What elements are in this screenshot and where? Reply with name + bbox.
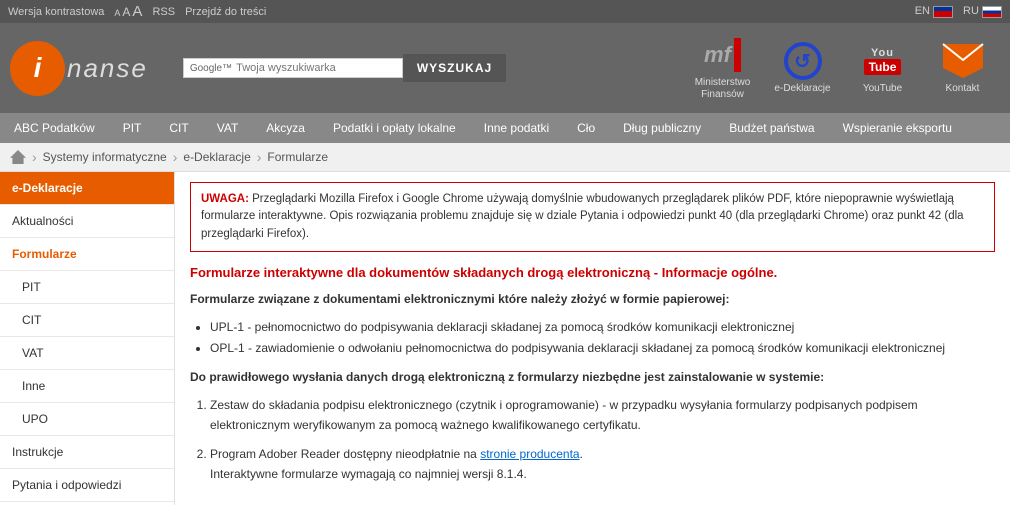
logo-text: nanse [67,53,148,84]
warning-box: UWAGA: Przeglądarki Mozilla Firefox i Go… [190,182,995,252]
kontakt-label: Kontakt [946,83,980,95]
youtube-icon-item[interactable]: You Tube YouTube [845,41,920,95]
numbered-item-2-link[interactable]: stronie producenta [480,447,579,461]
para1-text: Formularze związane z dokumentami elektr… [190,292,729,306]
nav-vat[interactable]: VAT [203,113,253,143]
breadcrumb-current: Formularze [267,150,328,164]
lang-ru[interactable]: RU [963,5,1002,17]
font-small[interactable]: A [114,8,120,18]
breadcrumb-sep-3: › [257,149,262,165]
sidebar-item-edekl[interactable]: e-Deklaracje [0,172,174,205]
ministerstwo-label: MinisterstwoFinansów [695,77,751,101]
sidebar-item-vat[interactable]: VAT [0,337,174,370]
sidebar-item-instrukcje[interactable]: Instrukcje [0,436,174,469]
main-content: UWAGA: Przeglądarki Mozilla Firefox i Go… [175,172,1010,505]
para1: Formularze związane z dokumentami elektr… [190,290,995,309]
nav-podatki-lokalne[interactable]: Podatki i opłaty lokalne [319,113,470,143]
warning-uwaga: UWAGA: [201,193,249,205]
para2-text: Do prawidłowego wysłania danych drogą el… [190,370,824,384]
sidebar-item-upo[interactable]: UPO [0,403,174,436]
edekl-label: e-Deklaracje [774,83,830,95]
para2: Do prawidłowego wysłania danych drogą el… [190,368,995,387]
logo-circle: i [10,41,65,96]
skip-link[interactable]: Przejdź do treści [185,6,266,18]
search-button[interactable]: WYSZUKAJ [403,54,506,82]
ministerstwo-icon-item[interactable]: mf MinisterstwoFinansów [685,35,760,101]
numbered-item-1: Zestaw do składania podpisu elektroniczn… [210,395,995,436]
edekl-icon-item[interactable]: ↺ e-Deklaracje [765,41,840,95]
logo[interactable]: i nanse [10,41,148,96]
bullet-item-1: UPL-1 - pełnomocnictwo do podpisywania d… [210,317,995,337]
nav-abc[interactable]: ABC Podatków [0,113,109,143]
breadcrumb-sep-1: › [32,149,37,165]
contrast-label[interactable]: Wersja kontrastowa [8,6,104,18]
edekl-icon: ↺ [779,41,827,81]
breadcrumb: › Systemy informatyczne › e-Deklaracje ›… [0,143,1010,172]
section-title: Formularze interaktywne dla dokumentów s… [190,264,995,282]
sidebar: e-Deklaracje Aktualności Formularze PIT … [0,172,175,505]
header-icons: mf MinisterstwoFinansów ↺ e-Deklaracje Y… [685,35,1000,101]
rss-link[interactable]: RSS [152,6,175,18]
sidebar-item-inne[interactable]: Inne [0,370,174,403]
search-input[interactable] [236,62,356,74]
bullet-item-2: OPL-1 - zawiadomienie o odwołaniu pełnom… [210,338,995,358]
main-nav: ABC Podatków PIT CIT VAT Akcyza Podatki … [0,113,1010,143]
kontakt-icon-item[interactable]: Kontakt [925,41,1000,95]
sidebar-item-cit[interactable]: CIT [0,304,174,337]
nav-cit[interactable]: CIT [155,113,202,143]
sidebar-item-pytania[interactable]: Pytania i odpowiedzi [0,469,174,502]
nav-inne-podatki[interactable]: Inne podatki [470,113,563,143]
lang-en[interactable]: EN [915,5,953,17]
breadcrumb-sep-2: › [173,149,178,165]
numbered-list: Zestaw do składania podpisu elektroniczn… [210,395,995,485]
numbered-item-2-before: Program Adober Reader dostępny nieodpłat… [210,447,480,461]
sidebar-item-pit[interactable]: PIT [0,271,174,304]
warning-text: Przeglądarki Mozilla Firefox i Google Ch… [201,193,964,240]
kontakt-icon [939,41,987,81]
ministerstwo-icon: mf [699,35,747,75]
breadcrumb-edekl[interactable]: e-Deklaracje [183,150,250,164]
font-size-controls[interactable]: A A A [114,3,142,20]
home-icon[interactable] [10,150,26,164]
bullet-list: UPL-1 - pełnomocnictwo do podpisywania d… [210,317,995,358]
font-med[interactable]: A [122,5,130,19]
nav-akcyza[interactable]: Akcyza [252,113,319,143]
content-layout: e-Deklaracje Aktualności Formularze PIT … [0,172,1010,505]
search-wrap: Google™ [183,58,403,78]
numbered-item-2: Program Adober Reader dostępny nieodpłat… [210,444,995,485]
search-area: Google™ WYSZUKAJ [183,54,670,82]
google-logo: Google™ [190,63,232,74]
nav-wspieranie[interactable]: Wspieranie eksportu [829,113,966,143]
nav-budzet[interactable]: Budżet państwa [715,113,828,143]
youtube-icon: You Tube [859,41,907,81]
flag-ru-icon [982,6,1002,18]
header: i nanse Google™ WYSZUKAJ mf Ministerstwo… [0,23,1010,113]
flag-en-icon [933,6,953,18]
sidebar-item-aktualnosci[interactable]: Aktualności [0,205,174,238]
youtube-label: YouTube [863,83,902,95]
nav-clo[interactable]: Cło [563,113,609,143]
sidebar-item-formularze[interactable]: Formularze [0,238,174,271]
nav-pit[interactable]: PIT [109,113,156,143]
nav-dlug[interactable]: Dług publiczny [609,113,715,143]
font-large[interactable]: A [132,3,142,20]
breadcrumb-systemy[interactable]: Systemy informatyczne [43,150,167,164]
top-bar: Wersja kontrastowa A A A RSS Przejdź do … [0,0,1010,23]
